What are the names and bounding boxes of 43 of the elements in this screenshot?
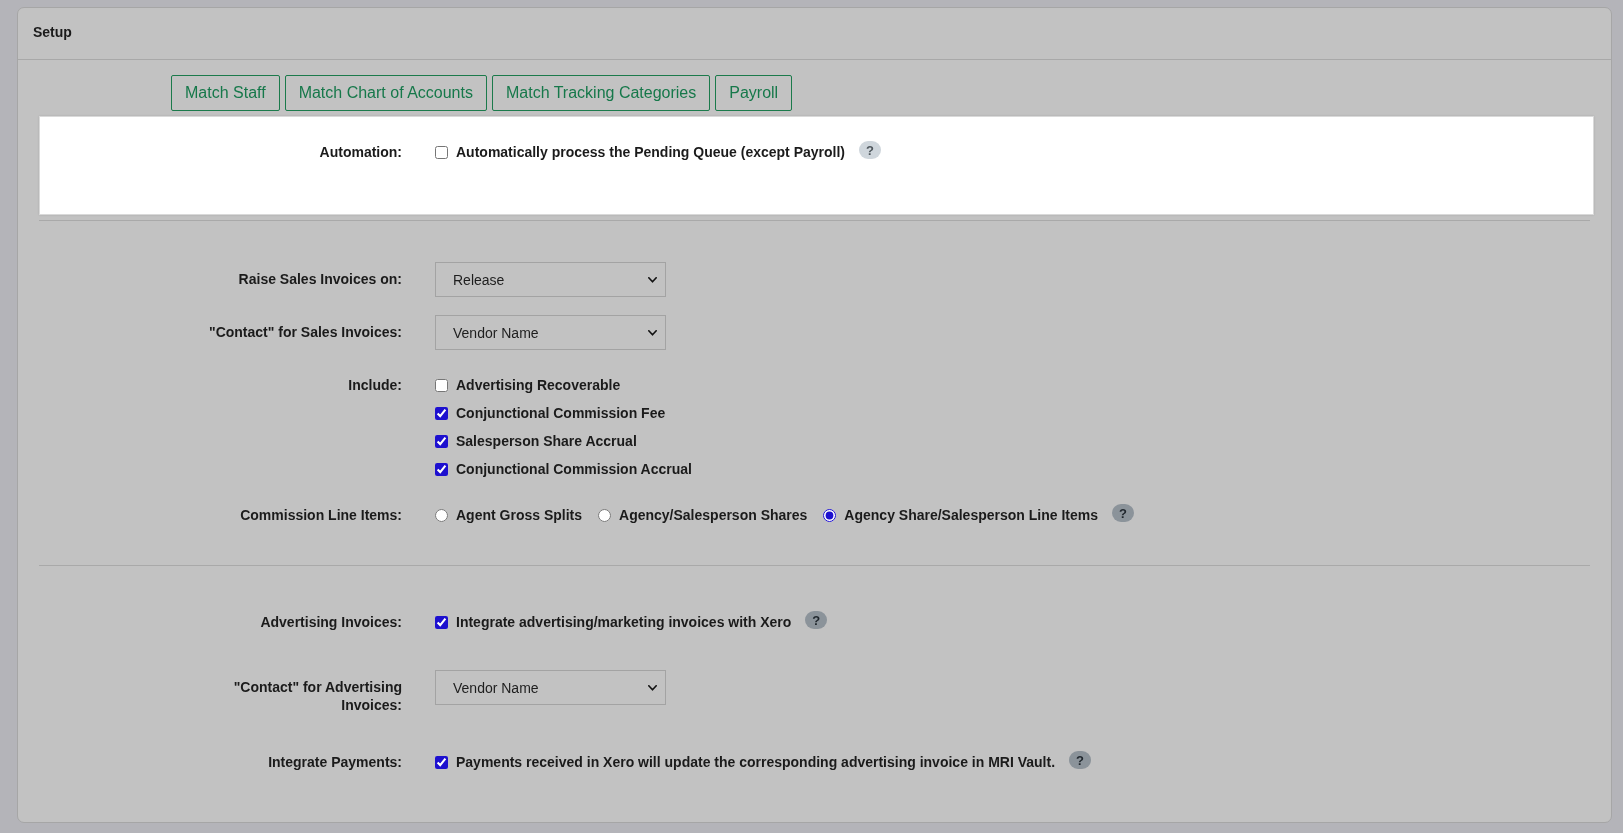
- chevron-down-icon: [648, 276, 657, 283]
- nav-button[interactable]: Payroll: [715, 75, 793, 111]
- radio-button[interactable]: [435, 508, 448, 522]
- chevron-down-icon: [648, 684, 657, 691]
- checkbox[interactable]: [435, 378, 448, 392]
- radio-button[interactable]: [598, 508, 612, 522]
- checkbox-label: Conjunctional Commission Accrual: [456, 461, 692, 477]
- field-label: Integrate Payments:: [267, 753, 402, 772]
- field-label: "Contact" for Advertising Invoices:: [232, 678, 402, 714]
- radio-label: Agent Gross Splits: [456, 507, 583, 523]
- field-label: Advertising Invoices:: [259, 613, 402, 632]
- radio-label: Agency/Salesperson Shares: [619, 507, 808, 523]
- help-icon[interactable]: ?: [805, 611, 828, 629]
- nav-button[interactable]: Match Staff: [171, 75, 280, 111]
- radio-button[interactable]: [823, 508, 837, 522]
- checkbox-label: Automatically process the Pending Queue (except Payroll): [456, 144, 845, 160]
- checkbox[interactable]: [435, 145, 448, 159]
- field-label: Raise Sales Invoices on:: [237, 270, 402, 288]
- chevron-down-icon: [648, 329, 657, 336]
- field-label: Automation:: [318, 143, 402, 162]
- panel-title: Setup: [33, 23, 72, 40]
- checkbox[interactable]: [435, 434, 448, 448]
- checkbox[interactable]: [435, 615, 448, 629]
- help-icon[interactable]: ?: [1112, 504, 1134, 522]
- checkbox-label: Advertising Recoverable: [456, 377, 621, 393]
- checkbox-label: Payments received in Xero will update the corresponding advertising invoice in MRI Vault.: [456, 754, 1056, 770]
- radio-label: Agency Share/Salesperson Line Items: [844, 507, 1098, 523]
- dropdown[interactable]: Vendor Name: [435, 670, 666, 705]
- nav-button[interactable]: Match Chart of Accounts: [284, 75, 487, 111]
- checkbox[interactable]: [435, 755, 448, 769]
- help-icon[interactable]: ?: [859, 141, 881, 159]
- field-label: "Contact" for Sales Invoices:: [208, 323, 402, 341]
- dropdown[interactable]: Release: [435, 262, 666, 297]
- checkbox[interactable]: [435, 462, 448, 476]
- checkbox-label: Integrate advertising/marketing invoices with Xero: [456, 614, 792, 630]
- field-label: Include:: [347, 376, 402, 395]
- dropdown[interactable]: Vendor Name: [435, 315, 666, 350]
- field-label: Commission Line Items:: [239, 506, 402, 525]
- checkbox-label: Conjunctional Commission Fee: [456, 405, 666, 421]
- nav-button[interactable]: Match Tracking Categories: [491, 75, 711, 111]
- checkbox[interactable]: [435, 406, 448, 420]
- help-icon[interactable]: ?: [1069, 751, 1092, 769]
- checkbox-label: Salesperson Share Accrual: [456, 433, 637, 449]
